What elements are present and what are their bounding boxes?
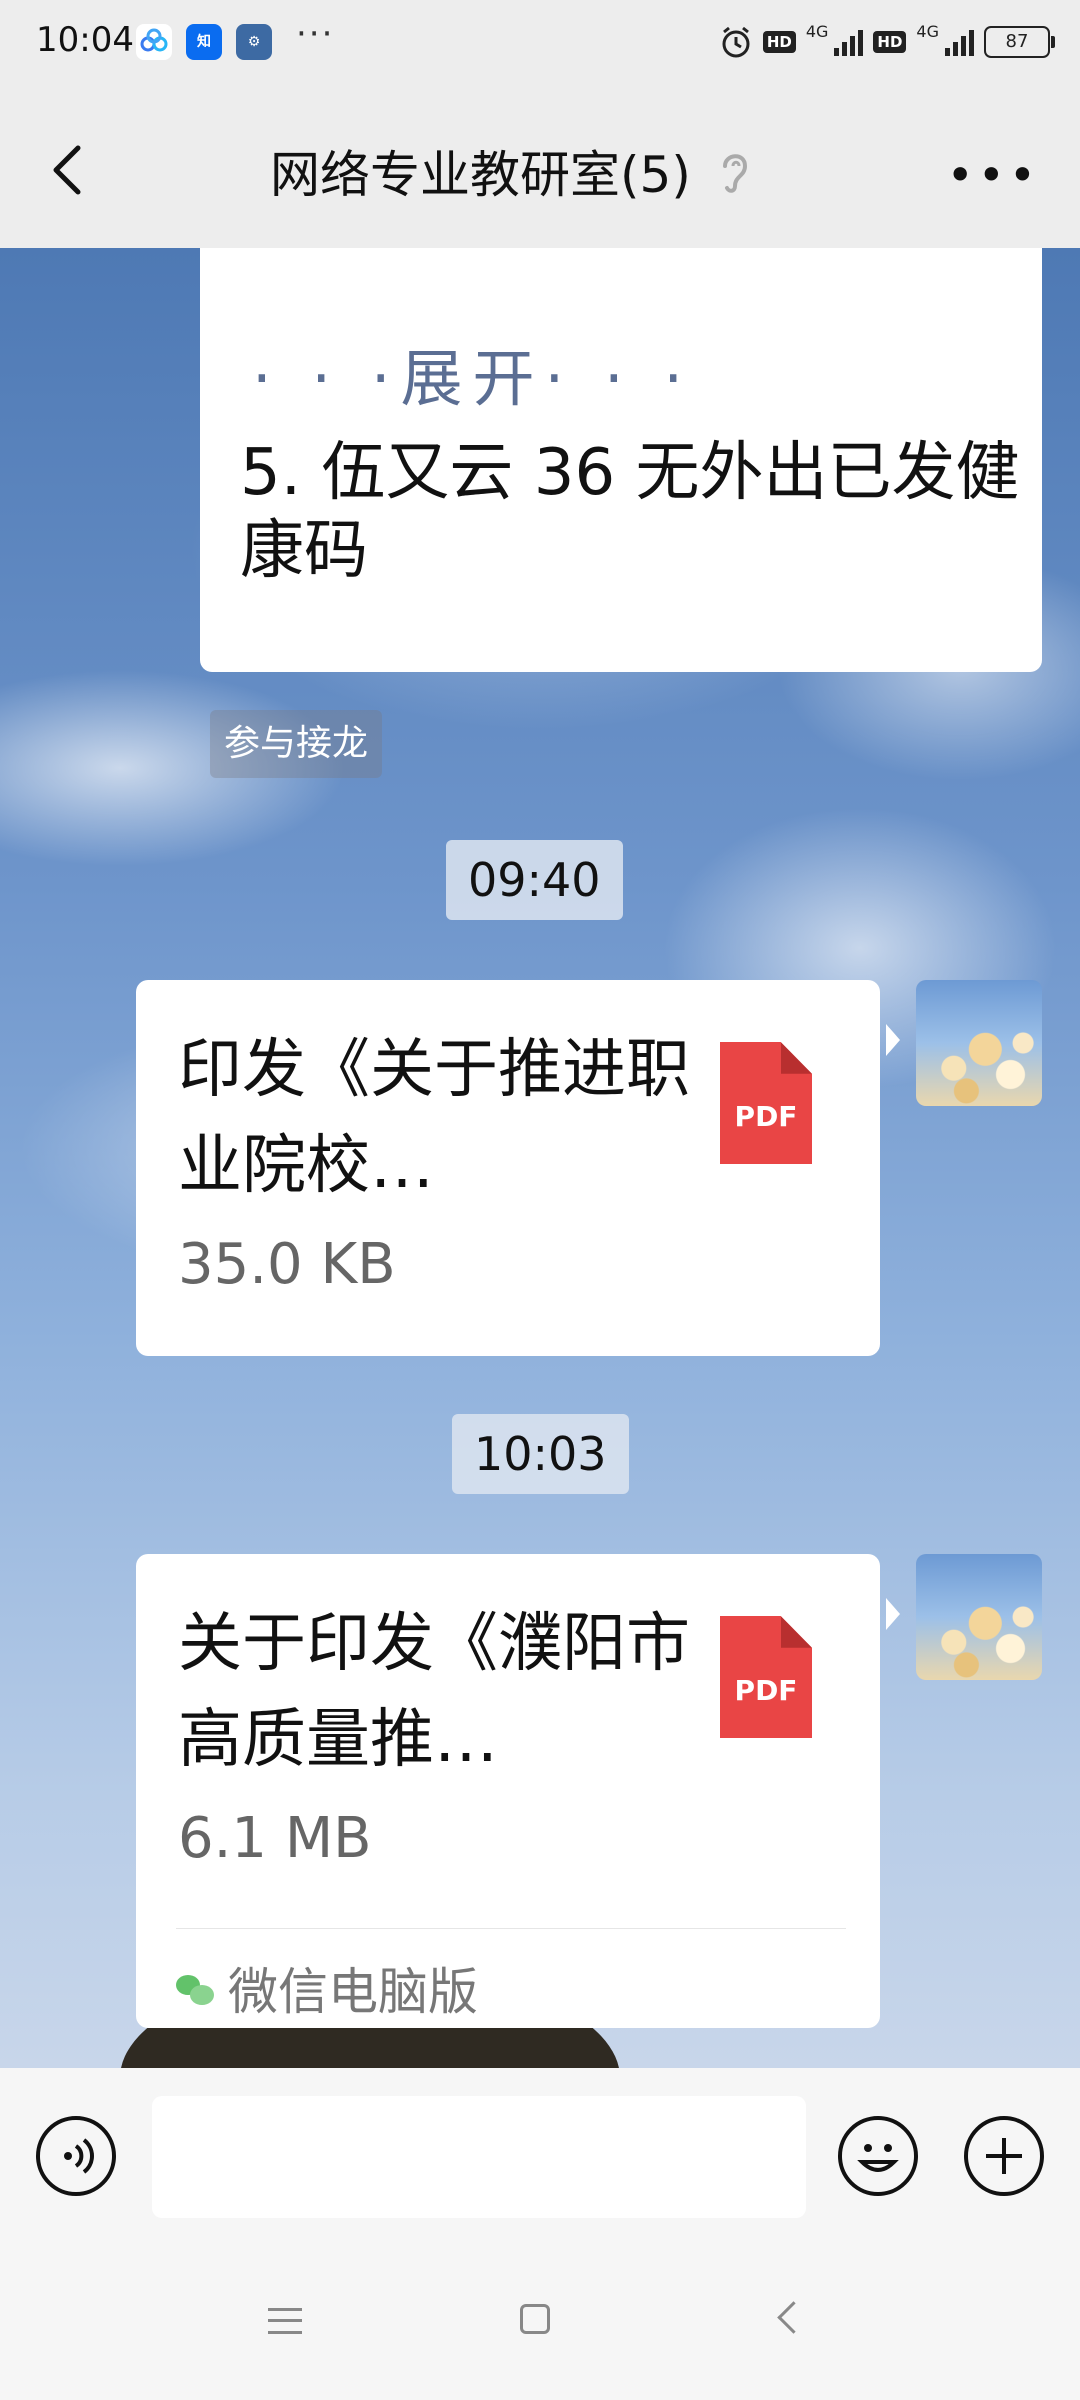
hd-badge-2: HD — [873, 31, 907, 53]
file-title: 印发《关于推进职业院校… — [178, 1033, 690, 1203]
zhihu-icon: 知 — [186, 24, 222, 60]
wechat-icon — [176, 1969, 214, 2007]
more-notifications-icon: ··· — [296, 14, 335, 54]
battery-icon: 87 — [984, 26, 1055, 58]
menu-icon[interactable] — [268, 2308, 302, 2334]
pdf-icon: PDF — [720, 1042, 812, 1164]
source-label: 微信电脑版 — [228, 1963, 478, 2021]
chat-title: 网络专业教研室(5) — [270, 146, 691, 204]
signal-icon-2 — [945, 28, 974, 56]
expand-link[interactable]: · · ·展开· · · — [252, 328, 693, 418]
emoji-icon[interactable] — [838, 2116, 918, 2196]
solitaire-message[interactable]: · · ·展开· · · 5. 伍又云 36 无外出已发健康码 — [200, 248, 1042, 672]
chat-header: 网络专业教研室(5) ••• — [0, 90, 1080, 248]
hd-badge: HD — [762, 31, 796, 53]
pdf-label: PDF — [734, 1674, 798, 1707]
avatar[interactable] — [916, 1554, 1042, 1680]
chat-title-group: 网络专业教研室(5) — [270, 135, 755, 207]
chevron-left-icon[interactable] — [40, 140, 100, 200]
file-message[interactable]: 印发《关于推进职业院校… PDF 35.0 KB — [136, 980, 900, 1356]
alarm-icon — [722, 26, 750, 58]
signal-icon — [834, 28, 864, 56]
home-icon[interactable] — [520, 2304, 550, 2334]
more-horizontal-icon[interactable]: ••• — [947, 148, 1040, 202]
file-message[interactable]: 关于印发《濮阳市高质量推… PDF 6.1 MB 微信电脑版 — [136, 1554, 900, 2028]
file-title: 关于印发《濮阳市高质量推… — [178, 1607, 690, 1777]
plus-icon[interactable] — [964, 2116, 1044, 2196]
input-bar — [0, 2068, 1080, 2248]
status-right: HD 4G HD 4G 87 — [719, 22, 1055, 62]
back-icon[interactable] — [777, 2301, 810, 2334]
file-size: 35.0 KB — [178, 1232, 396, 1297]
baidu-netdisk-icon — [136, 24, 172, 60]
file-size: 6.1 MB — [178, 1806, 372, 1871]
divider — [176, 1928, 846, 1929]
system-nav-bar — [0, 2248, 1080, 2400]
join-solitaire-button[interactable]: 参与接龙 — [210, 710, 383, 778]
pdf-label: PDF — [734, 1100, 798, 1133]
solitaire-entry: 5. 伍又云 36 无外出已发健康码 — [240, 436, 1020, 588]
status-bar: 10:04 知 ⚙ ··· HD 4G HD 4G 87 — [0, 0, 1080, 90]
pdf-icon: PDF — [720, 1616, 812, 1738]
message-input[interactable] — [152, 2096, 806, 2218]
message-source: 微信电脑版 — [176, 1952, 478, 2024]
network-type: 4G — [805, 22, 829, 41]
chat-area[interactable]: · · ·展开· · · 5. 伍又云 36 无外出已发健康码 参与接龙 09:… — [0, 248, 1080, 2068]
voice-icon[interactable] — [36, 2116, 116, 2196]
timestamp: 10:03 — [452, 1414, 629, 1494]
network-type-2: 4G — [916, 22, 939, 41]
status-time: 10:04 — [36, 20, 134, 60]
avatar[interactable] — [916, 980, 1042, 1106]
timestamp: 09:40 — [446, 840, 623, 920]
ear-icon — [722, 154, 747, 193]
settings-icon: ⚙ — [236, 24, 272, 60]
